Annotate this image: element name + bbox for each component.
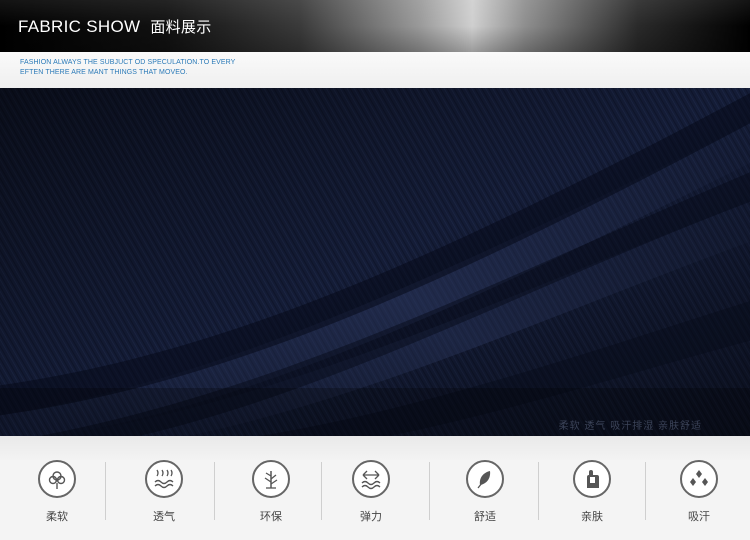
sweat-absorb-icon: [680, 460, 718, 498]
skin-friendly-icon: [573, 460, 611, 498]
feature-divider: [214, 462, 215, 520]
feature-divider: [321, 462, 322, 520]
feature-comfort: 舒适: [455, 460, 515, 524]
slogan-line-1: FASHION ALWAYS THE SUBJUCT OD SPECULATIO…: [20, 59, 236, 66]
eco-tree-icon: [252, 460, 290, 498]
feature-divider: [105, 462, 106, 520]
section-title: FABRIC SHOW 面料展示: [18, 16, 212, 37]
feature-elastic: 弹力: [341, 460, 401, 524]
feature-divider: [538, 462, 539, 520]
feature-label: 弹力: [360, 510, 382, 523]
feather-icon: [466, 460, 504, 498]
feature-eco: 环保: [241, 460, 301, 524]
elastic-icon: [352, 460, 390, 498]
feature-label: 吸汗: [688, 510, 710, 523]
feature-skin: 亲肤: [562, 460, 622, 524]
feature-label: 舒适: [474, 510, 496, 523]
section-title-en: FABRIC SHOW: [18, 17, 141, 36]
feature-label: 亲肤: [581, 510, 603, 523]
cotton-icon: [38, 460, 76, 498]
feature-divider: [429, 462, 430, 520]
breathable-icon: [145, 460, 183, 498]
slogan-line-2: EFTEN THERE ARE MANT THINGS THAT MOVEO.: [20, 69, 188, 76]
fabric-caption: 柔软 透气 吸汗排湿 亲肤舒适: [558, 421, 702, 432]
feature-sweat: 吸汗: [669, 460, 729, 524]
fabric-texture: [0, 88, 750, 436]
slogan-text: FASHION ALWAYS THE SUBJUCT OD SPECULATIO…: [20, 58, 250, 78]
feature-breathable: 透气: [134, 460, 194, 524]
feature-label: 透气: [153, 510, 175, 523]
feature-label: 环保: [260, 510, 282, 523]
fabric-photo: [0, 88, 750, 436]
feature-label: 柔软: [46, 510, 68, 523]
section-title-cn: 面料展示: [150, 18, 212, 36]
feature-divider: [645, 462, 646, 520]
feature-soft: 柔软: [27, 460, 87, 524]
